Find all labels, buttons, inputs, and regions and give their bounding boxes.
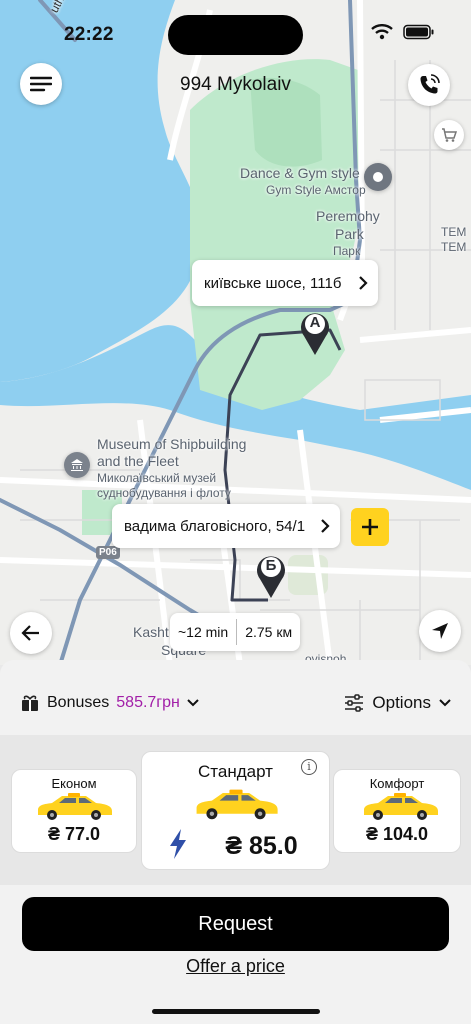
pickup-marker-letter: A	[309, 314, 321, 331]
chevron-right-icon	[310, 518, 340, 534]
park-label-2: Park	[335, 226, 364, 242]
map-view[interactable]: uth River Dance & Gym style Gym Style Ам…	[0, 0, 471, 665]
gift-icon	[22, 695, 38, 711]
park-label-ua: Парк	[333, 244, 361, 258]
bonuses-amount: 585.7грн	[116, 694, 180, 711]
road-badge: P06	[96, 546, 120, 559]
dropoff-marker-letter: Б	[265, 557, 277, 574]
park-label-1: Peremohy	[316, 208, 380, 224]
tariff-price: ₴ 85.0	[225, 832, 298, 860]
poi-pin[interactable]	[364, 163, 392, 191]
tariff-card-standard[interactable]: Стандарт i ₴ 85.0	[141, 751, 330, 870]
phone-icon	[420, 74, 440, 94]
tariff-card-comfort[interactable]: Комфорт ₴ 104.0	[333, 769, 461, 853]
shopping-cart-pin[interactable]	[434, 120, 464, 150]
status-icons	[371, 24, 435, 40]
chevron-down-icon	[439, 699, 451, 707]
navigation-arrow-icon	[432, 623, 448, 639]
tem-label-1: TEM	[441, 225, 467, 239]
museum-label-2: and the Fleet	[97, 453, 179, 469]
bonuses-label: Bonuses	[47, 694, 110, 711]
request-button[interactable]: Request	[22, 897, 449, 951]
tariff-name: Комфорт	[369, 776, 425, 791]
add-stop-button[interactable]	[351, 508, 389, 546]
chevron-down-icon	[187, 699, 199, 707]
museum-ua-label-2: суднобудування і флоту	[97, 486, 231, 500]
call-button[interactable]	[408, 64, 450, 106]
offer-price-link[interactable]: Offer a price	[186, 956, 285, 976]
museum-icon[interactable]	[64, 452, 90, 478]
taxi-car-icon	[364, 793, 438, 820]
wifi-icon	[371, 24, 393, 40]
cart-icon	[442, 128, 457, 142]
status-time: 22:22	[64, 24, 114, 45]
city-title: 994 Mykolaiv	[180, 74, 291, 95]
options-selector[interactable]: Options	[344, 693, 451, 713]
tariff-carousel[interactable]: Економ ₴ 77.0 Стандарт i ₴ 85.0 Комфорт	[0, 735, 471, 885]
info-icon[interactable]: i	[301, 759, 317, 775]
offer-price-link-wrap: Offer a price	[0, 956, 471, 977]
museum-ua-label-1: Миколаївський музей	[97, 471, 217, 485]
my-location-button[interactable]	[419, 610, 461, 652]
options-label: Options	[372, 693, 431, 712]
arrow-left-icon	[21, 625, 39, 641]
home-indicator[interactable]	[152, 1009, 320, 1014]
route-info: ~12 min 2.75 км	[170, 613, 301, 651]
sliders-icon	[345, 694, 364, 712]
pickup-address-bubble[interactable]: київське шосе, 111б	[192, 260, 378, 306]
tariff-price: ₴ 77.0	[47, 824, 101, 844]
battery-icon	[403, 24, 434, 40]
eta-time: ~12 min	[178, 624, 229, 640]
poi-dance-label: Dance & Gym style	[240, 165, 360, 181]
pickup-marker[interactable]: A	[299, 308, 331, 356]
tariff-price: ₴ 104.0	[365, 824, 429, 844]
tem-label-2: TEM	[441, 240, 467, 254]
dropoff-address-bubble[interactable]: вадима благовісного, 54/1	[112, 504, 340, 548]
pickup-address: київське шосе, 111б	[204, 274, 342, 292]
museum-label-1: Museum of Shipbuilding	[97, 436, 247, 452]
tariff-name: Економ	[51, 776, 97, 791]
square-label-1: Kasht	[133, 624, 169, 640]
dropoff-address: вадима благовісного, 54/1	[124, 517, 306, 535]
chevron-right-icon	[348, 275, 378, 291]
dynamic-island	[168, 15, 303, 55]
bonuses-selector[interactable]: Bonuses 585.7грн	[20, 693, 199, 713]
plus-icon	[362, 519, 378, 535]
back-button[interactable]	[10, 612, 52, 654]
map-base	[0, 0, 471, 665]
eta-distance: 2.75 км	[245, 624, 293, 640]
taxi-car-icon	[38, 793, 112, 820]
taxi-car-icon	[196, 789, 278, 820]
poi-dance-ua-label: Gym Style Амстор	[266, 183, 366, 197]
tariff-card-econom[interactable]: Економ ₴ 77.0	[11, 769, 137, 853]
dropoff-marker[interactable]: Б	[255, 551, 287, 599]
